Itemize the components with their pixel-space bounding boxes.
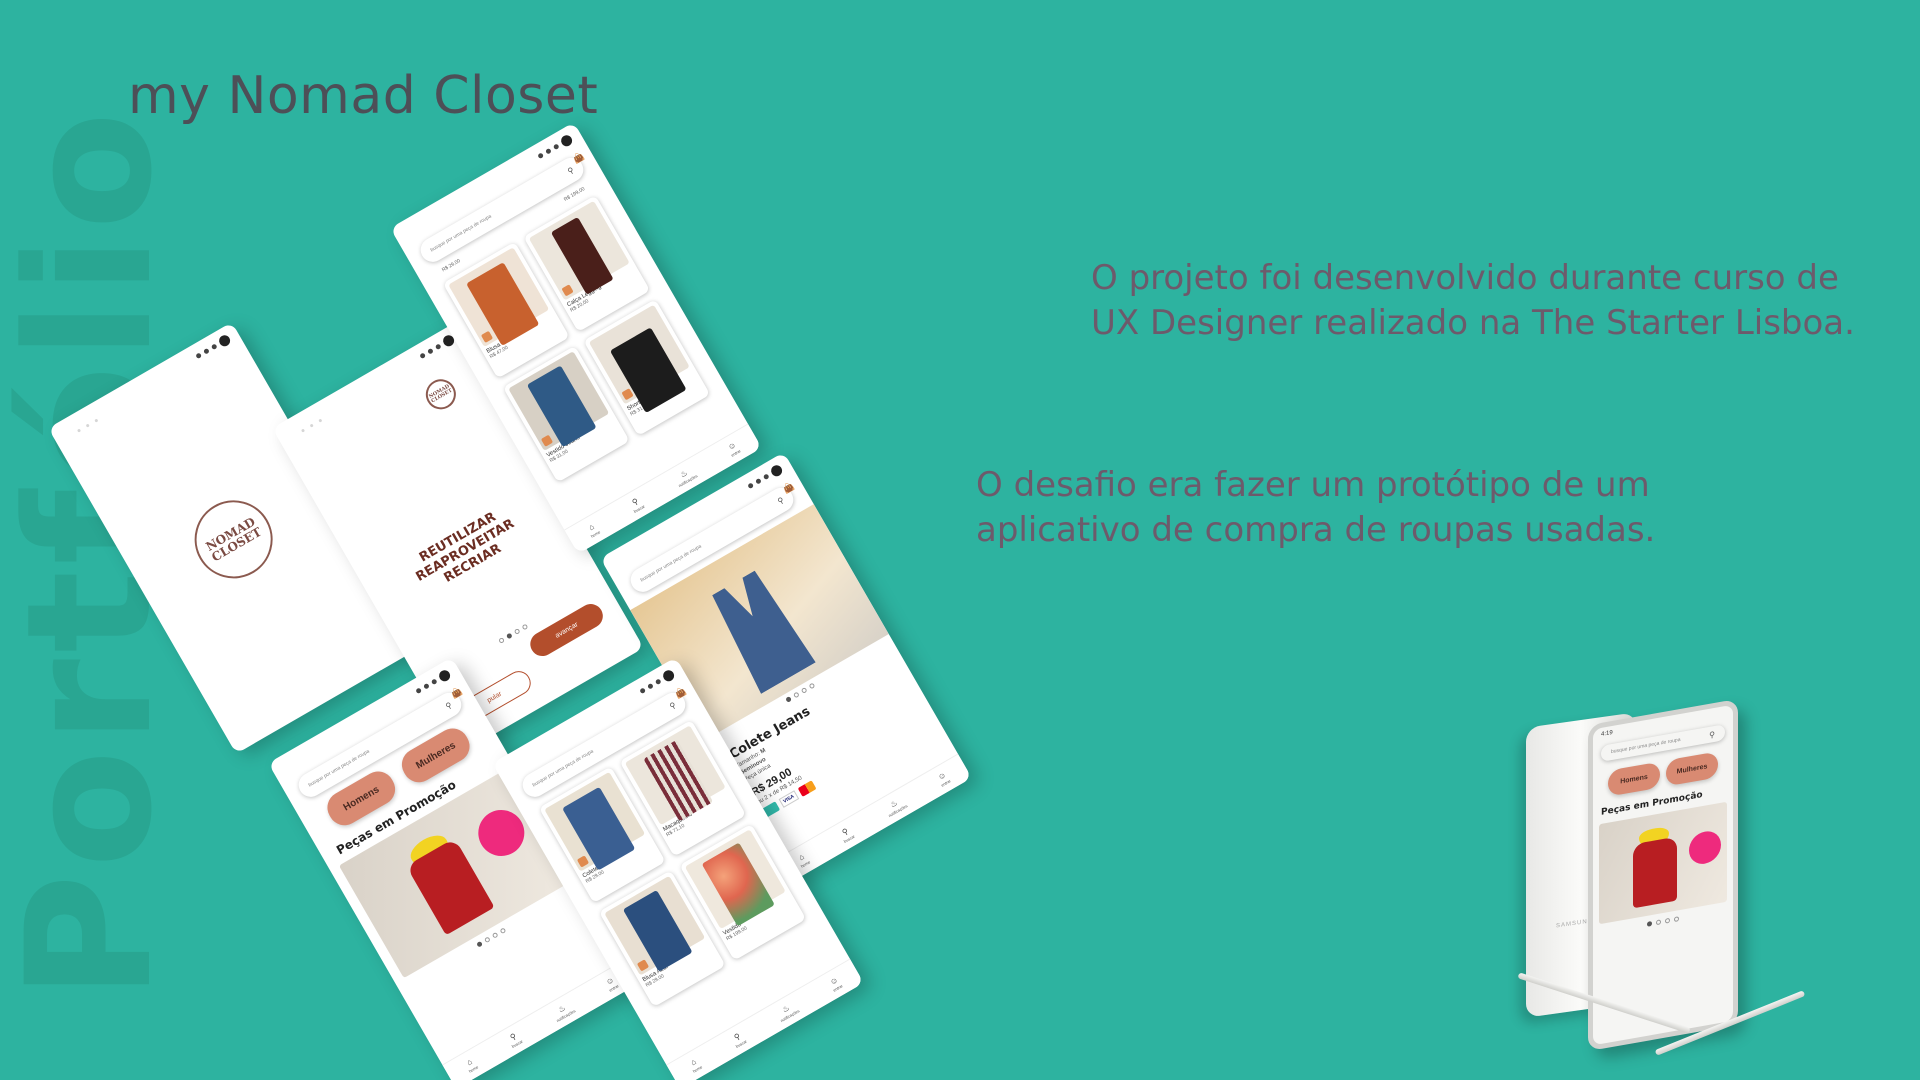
nomad-closet-logo: NOMAD CLOSET bbox=[180, 486, 287, 593]
nav-notifications[interactable]: ♨ notificações bbox=[673, 465, 699, 488]
nav-notifications[interactable]: ♨ notificações bbox=[551, 1000, 577, 1023]
samsung-device-photo: SAMSUNG 4:19 busque por uma peça de roup… bbox=[1517, 698, 1806, 1060]
onboarding-slogan: REUTILIZAR REAPROVEITAR RECRIAR bbox=[413, 509, 518, 586]
nav-home[interactable]: ⌂ home bbox=[463, 1056, 479, 1074]
bottom-nav: ⌂ home ⚲ buscar ♨ notificações ☺ entrar bbox=[442, 958, 640, 1080]
device-screen: 4:19 busque por uma peça de roupa ⚲ Homen… bbox=[1588, 698, 1738, 1052]
nav-profile[interactable]: ☺ entrar bbox=[725, 440, 742, 458]
device-women-pill: Mulheres bbox=[1666, 751, 1718, 787]
nav-search[interactable]: ⚲ buscar bbox=[506, 1030, 523, 1048]
nav-profile[interactable]: ☺ entrar bbox=[935, 770, 952, 788]
nomad-closet-logo-small: NOMAD CLOSET bbox=[420, 373, 462, 415]
search-icon[interactable]: ⚲ bbox=[566, 165, 576, 176]
nav-notifications[interactable]: ♨ notificações bbox=[775, 1000, 801, 1023]
nav-profile[interactable]: ☺ entrar bbox=[827, 975, 844, 993]
search-icon: ⚲ bbox=[1709, 729, 1715, 740]
search-icon[interactable]: ⚲ bbox=[668, 700, 678, 711]
mastercard-icon bbox=[797, 780, 817, 798]
next-button[interactable]: avançar bbox=[525, 599, 608, 661]
nav-search[interactable]: ⚲ buscar bbox=[628, 495, 645, 513]
nav-home[interactable]: ⌂ home bbox=[585, 521, 601, 539]
device-promo-banner bbox=[1599, 801, 1727, 925]
device-men-pill: Homens bbox=[1608, 761, 1660, 797]
nav-search[interactable]: ⚲ buscar bbox=[838, 825, 855, 843]
nav-home[interactable]: ⌂ home bbox=[687, 1056, 703, 1074]
nav-search[interactable]: ⚲ buscar bbox=[730, 1030, 747, 1048]
nav-notifications[interactable]: ♨ notificações bbox=[883, 795, 909, 818]
search-icon[interactable]: ⚲ bbox=[776, 495, 786, 506]
search-icon[interactable]: ⚲ bbox=[444, 700, 454, 711]
visa-badge: VISA bbox=[778, 790, 799, 808]
nav-home[interactable]: ⌂ home bbox=[795, 851, 811, 869]
